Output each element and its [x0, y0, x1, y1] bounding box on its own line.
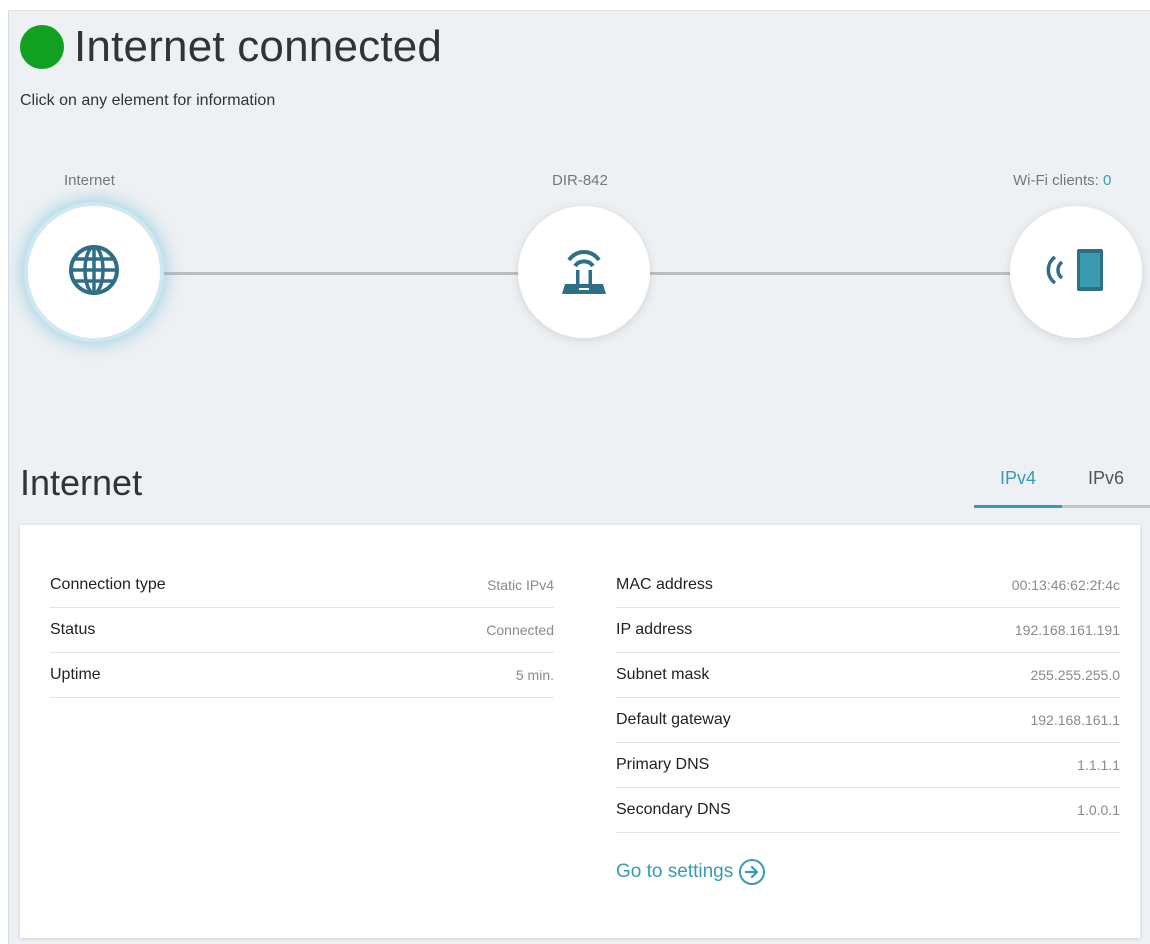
info-row-mac-address: MAC address 00:13:46:62:2f:4c: [616, 563, 1120, 608]
tab-ipv6[interactable]: IPv6: [1062, 462, 1150, 505]
info-value: 00:13:46:62:2f:4c: [1011, 577, 1120, 593]
info-value: Connected: [486, 622, 554, 638]
clients-node-label: Wi-Fi clients: 0: [1013, 172, 1111, 189]
info-row-primary-dns: Primary DNS 1.1.1.1: [616, 743, 1120, 788]
tab-ipv4[interactable]: IPv4: [974, 462, 1062, 508]
info-value: Static IPv4: [487, 577, 554, 593]
info-key: Secondary DNS: [616, 801, 731, 818]
go-to-settings-link[interactable]: Go to settings: [616, 859, 766, 885]
info-key: Status: [50, 621, 96, 638]
info-key: Subnet mask: [616, 666, 710, 683]
internet-node[interactable]: [28, 206, 160, 338]
info-row-connection-type: Connection type Static IPv4: [50, 563, 554, 608]
info-value: 255.255.255.0: [1030, 667, 1120, 683]
router-clients-link: [650, 272, 1012, 275]
network-info-list: MAC address 00:13:46:62:2f:4c IP address…: [616, 563, 1120, 833]
wifi-clients-node[interactable]: [1010, 206, 1142, 338]
info-row-uptime: Uptime 5 min.: [50, 653, 554, 698]
router-node-label: DIR-842: [552, 172, 608, 189]
info-value: 192.168.161.191: [1014, 622, 1120, 638]
info-row-ip-address: IP address 192.168.161.191: [616, 608, 1120, 653]
ip-version-tabs: IPv4 IPv6: [974, 462, 1150, 508]
go-to-settings-label: Go to settings: [616, 861, 734, 882]
info-row-subnet-mask: Subnet mask 255.255.255.0: [616, 653, 1120, 698]
info-row-default-gateway: Default gateway 192.168.161.1: [616, 698, 1120, 743]
internet-info-card: Connection type Static IPv4 Status Conne…: [20, 525, 1140, 938]
connection-info-list: Connection type Static IPv4 Status Conne…: [50, 563, 554, 698]
status-indicator-icon: [20, 25, 64, 69]
info-row-secondary-dns: Secondary DNS 1.0.0.1: [616, 788, 1120, 833]
section-title: Internet: [20, 462, 143, 503]
clients-count: 0: [1103, 172, 1112, 189]
router-icon: [559, 242, 609, 303]
info-row-status: Status Connected: [50, 608, 554, 653]
info-key: Uptime: [50, 666, 101, 683]
info-key: Default gateway: [616, 711, 731, 728]
connection-status: Internet connected: [20, 22, 442, 72]
globe-icon: [67, 243, 121, 302]
info-key: MAC address: [616, 576, 713, 593]
info-key: Connection type: [50, 576, 166, 593]
info-key: Primary DNS: [616, 756, 710, 773]
info-value: 5 min.: [515, 667, 554, 683]
page-title: Internet connected: [74, 22, 443, 71]
internet-node-label: Internet: [64, 172, 115, 189]
clients-label-text: Wi-Fi clients:: [1013, 172, 1103, 189]
hint-text: Click on any element for information: [20, 92, 276, 109]
info-value: 192.168.161.1: [1030, 712, 1120, 728]
info-value: 1.1.1.1: [1077, 757, 1120, 773]
info-value: 1.0.0.1: [1077, 802, 1120, 818]
info-key: IP address: [616, 621, 693, 638]
router-node[interactable]: [518, 206, 650, 338]
arrow-right-circle-icon: [739, 859, 766, 885]
internet-router-link: [158, 272, 520, 275]
wifi-device-icon: [1041, 245, 1111, 300]
